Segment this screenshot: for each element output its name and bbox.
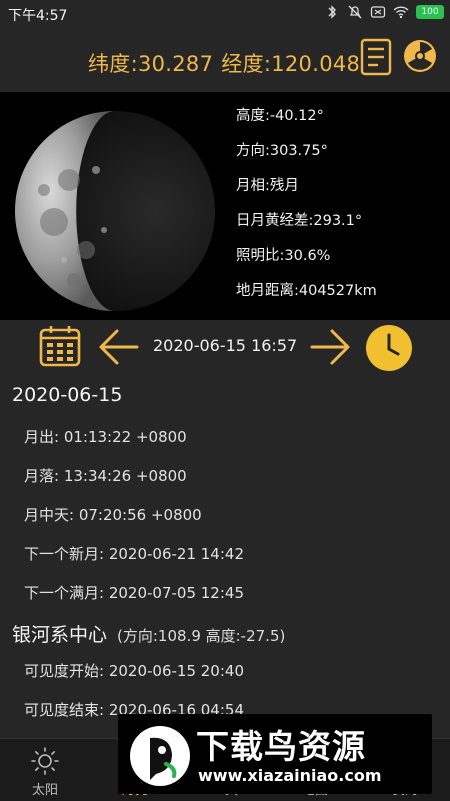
moonset-row: 月落: 13:34:26 +0800: [24, 467, 187, 485]
clock-icon[interactable]: [365, 324, 413, 372]
radiation-icon[interactable]: [402, 38, 438, 74]
moon-azimuth: 方向:303.75°: [236, 143, 328, 159]
status-time: 下午4:57: [8, 8, 68, 24]
wifi-icon: [393, 6, 409, 19]
moon-elongation: 日月黄经差:293.1°: [236, 213, 363, 229]
list-icon[interactable]: [360, 38, 392, 76]
moon-phase-image: [15, 111, 215, 311]
next-new-moon-row: 下一个新月: 2020-06-21 14:42: [24, 545, 244, 563]
galactic-center-label: 银河系中心: [12, 624, 108, 646]
moon-altitude: 高度:-40.12°: [236, 108, 324, 124]
arrow-right-icon[interactable]: [310, 328, 352, 366]
sun-icon: [31, 747, 59, 775]
galactic-center-position: (方向:108.9 高度:-27.5): [117, 627, 286, 645]
mute-icon: [348, 5, 362, 19]
visibility-start-row: 可见度开始: 2020-06-15 20:40: [24, 662, 244, 680]
moon-panel: 高度:-40.12° 方向:303.75° 月相:残月 日月黄经差:293.1°…: [0, 92, 450, 320]
bluetooth-icon: [328, 5, 336, 19]
next-full-moon-row: 下一个满月: 2020-07-05 12:45: [24, 584, 244, 602]
arrow-left-icon[interactable]: [97, 328, 139, 366]
status-icons: 100: [324, 4, 444, 20]
watermark-url: www.xiazainiao.com: [198, 766, 382, 785]
watermark-title: 下载鸟资源: [196, 727, 366, 766]
transit-row: 月中天: 07:20:56 +0800: [24, 506, 202, 524]
header: 纬度:30.287 经度:120.048: [0, 26, 450, 92]
battery-icon: 100: [416, 5, 444, 19]
watermark: 下载鸟资源 www.xiazainiao.com: [118, 714, 432, 794]
moon-phase: 月相:残月: [236, 178, 299, 194]
status-bar: 下午4:57 100: [0, 0, 450, 26]
calendar-icon[interactable]: [38, 324, 82, 368]
moon-illumination: 照明比:30.6%: [236, 248, 331, 264]
moon-distance: 地月距离:404527km: [236, 283, 377, 299]
moon-info: 高度:-40.12° 方向:303.75° 月相:残月 日月黄经差:293.1°…: [236, 104, 377, 314]
coordinates: 纬度:30.287 经度:120.048: [88, 48, 368, 78]
moon-details: 2020-06-15 月出: 01:13:22 +0800 月落: 13:34:…: [0, 374, 450, 738]
galactic-center-title: 银河系中心 (方向:108.9 高度:-27.5): [12, 620, 285, 647]
bird-logo-icon: [130, 726, 190, 786]
date-navigation: 2020-06-15 16:57: [0, 320, 450, 374]
moonrise-row: 月出: 01:13:22 +0800: [24, 428, 187, 446]
longitude-label: 经度:120.048: [221, 52, 361, 76]
details-date: 2020-06-15: [12, 384, 123, 406]
sim-icon: [370, 6, 386, 18]
nav-item-sun[interactable]: 太阳: [0, 739, 90, 801]
current-datetime[interactable]: 2020-06-15 16:57: [153, 336, 297, 355]
nav-label-sun: 太阳: [31, 783, 58, 798]
latitude-label: 纬度:30.287: [88, 52, 214, 76]
